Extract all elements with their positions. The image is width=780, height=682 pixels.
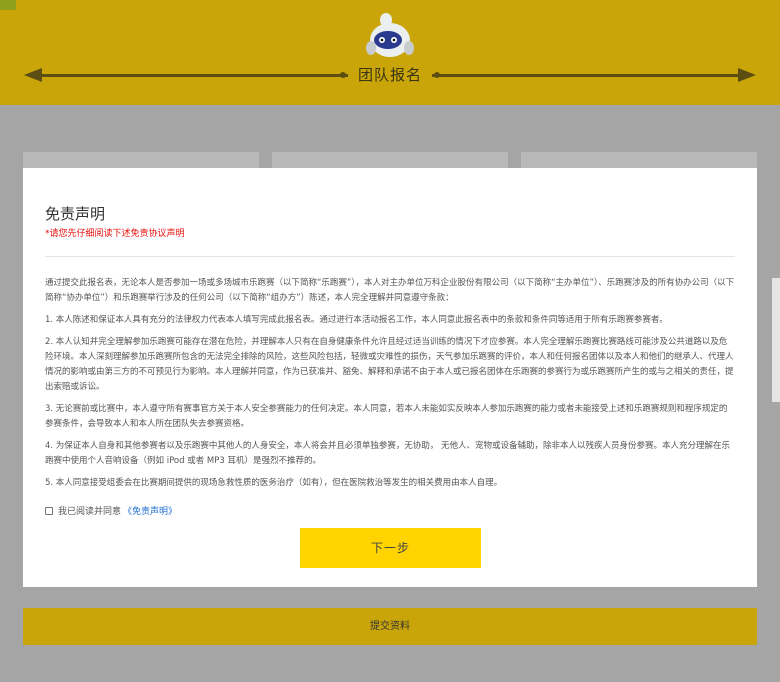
disclaimer-paragraph: 2. 本人认知并完全理解参加乐跑赛可能存在潜在危险，并理解本人只有在自身健康条件…: [45, 337, 734, 392]
right-arrow-line: [432, 74, 740, 77]
disclaimer-paragraph: 通过提交此报名表，无论本人是否参加一场或多场城市乐跑赛（以下简称“乐跑赛”），本…: [45, 278, 735, 303]
page-header: 团队报名: [0, 0, 780, 105]
agree-row: 我已阅读并同意 《免责声明》: [45, 504, 177, 517]
disclaimer-modal: 免责声明 *请您先仔细阅读下述免责协议声明 通过提交此报名表，无论本人是否参加一…: [23, 168, 757, 587]
disclaimer-link[interactable]: 《免责声明》: [123, 504, 177, 517]
modal-title: 免责声明: [45, 205, 106, 223]
left-dot: [340, 72, 346, 78]
mascot-icon: [366, 13, 414, 57]
agree-checkbox[interactable]: [45, 506, 53, 515]
page-title: 团队报名: [357, 66, 422, 84]
disclaimer-paragraph: 3. 无论赛前或比赛中，本人遵守所有赛事官方关于本人安全参赛能力的任何决定。本人…: [45, 404, 728, 429]
left-arrow-line: [40, 74, 348, 77]
submit-button[interactable]: 提交资料: [23, 608, 757, 645]
disclaimer-paragraph: 1. 本人陈述和保证本人具有充分的法律权力代表本人填写完成此报名表。通过进行本活…: [45, 315, 668, 325]
agree-label: 我已阅读并同意: [58, 507, 122, 517]
right-arrow-icon: [738, 68, 756, 82]
disclaimer-paragraph: 4. 为保证本人自身和其他参赛者以及乐跑赛中其他人的人身安全，本人将会并且必须单…: [45, 441, 731, 466]
modal-warning: *请您先仔细阅读下述免责协议声明: [45, 229, 185, 239]
corner-mark: [0, 0, 16, 10]
scrollbar-thumb[interactable]: [772, 278, 780, 402]
disclaimer-paragraph: 5. 本人同意接受组委会在比赛期间提供的现场急救性质的医务治疗（如有），但在医院…: [45, 478, 503, 488]
disclaimer-text: 通过提交此报名表，无论本人是否参加一场或多场城市乐跑赛（以下简称“乐跑赛”），本…: [45, 276, 735, 498]
next-step-button[interactable]: 下一步: [300, 528, 481, 568]
modal-divider: [45, 256, 735, 257]
